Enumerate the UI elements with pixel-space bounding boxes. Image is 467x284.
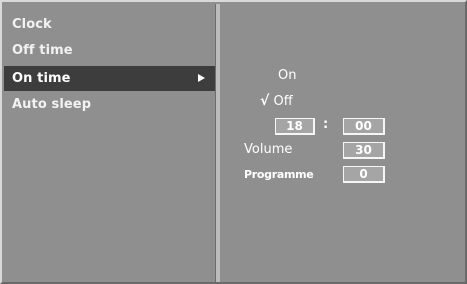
right-triangle-icon [198,74,205,82]
minute-field[interactable]: 00 [343,118,385,135]
osd-window: Clock Off time On time Auto sleep On √ O… [0,0,467,284]
check-icon: √ [260,93,270,109]
off-option[interactable]: √ Off [260,93,293,110]
menu-panel: Clock Off time On time Auto sleep [4,4,217,282]
volume-label: Volume [244,142,293,157]
off-option-label: Off [273,94,293,109]
settings-panel: On √ Off 18 : 00 Volume 30 Programme 0 [220,4,465,282]
volume-field[interactable]: 30 [343,142,385,159]
menu-item-clock[interactable]: Clock [4,12,215,37]
on-option[interactable]: On [278,68,296,84]
menu-item-off-time[interactable]: Off time [4,38,215,63]
menu-item-on-time[interactable]: On time [4,66,215,91]
time-separator: : [323,117,329,132]
menu-item-auto-sleep[interactable]: Auto sleep [4,92,215,117]
programme-label: Programme [244,168,314,181]
programme-field[interactable]: 0 [343,166,385,183]
menu-item-label: On time [12,71,71,86]
hour-field[interactable]: 18 [275,118,315,135]
